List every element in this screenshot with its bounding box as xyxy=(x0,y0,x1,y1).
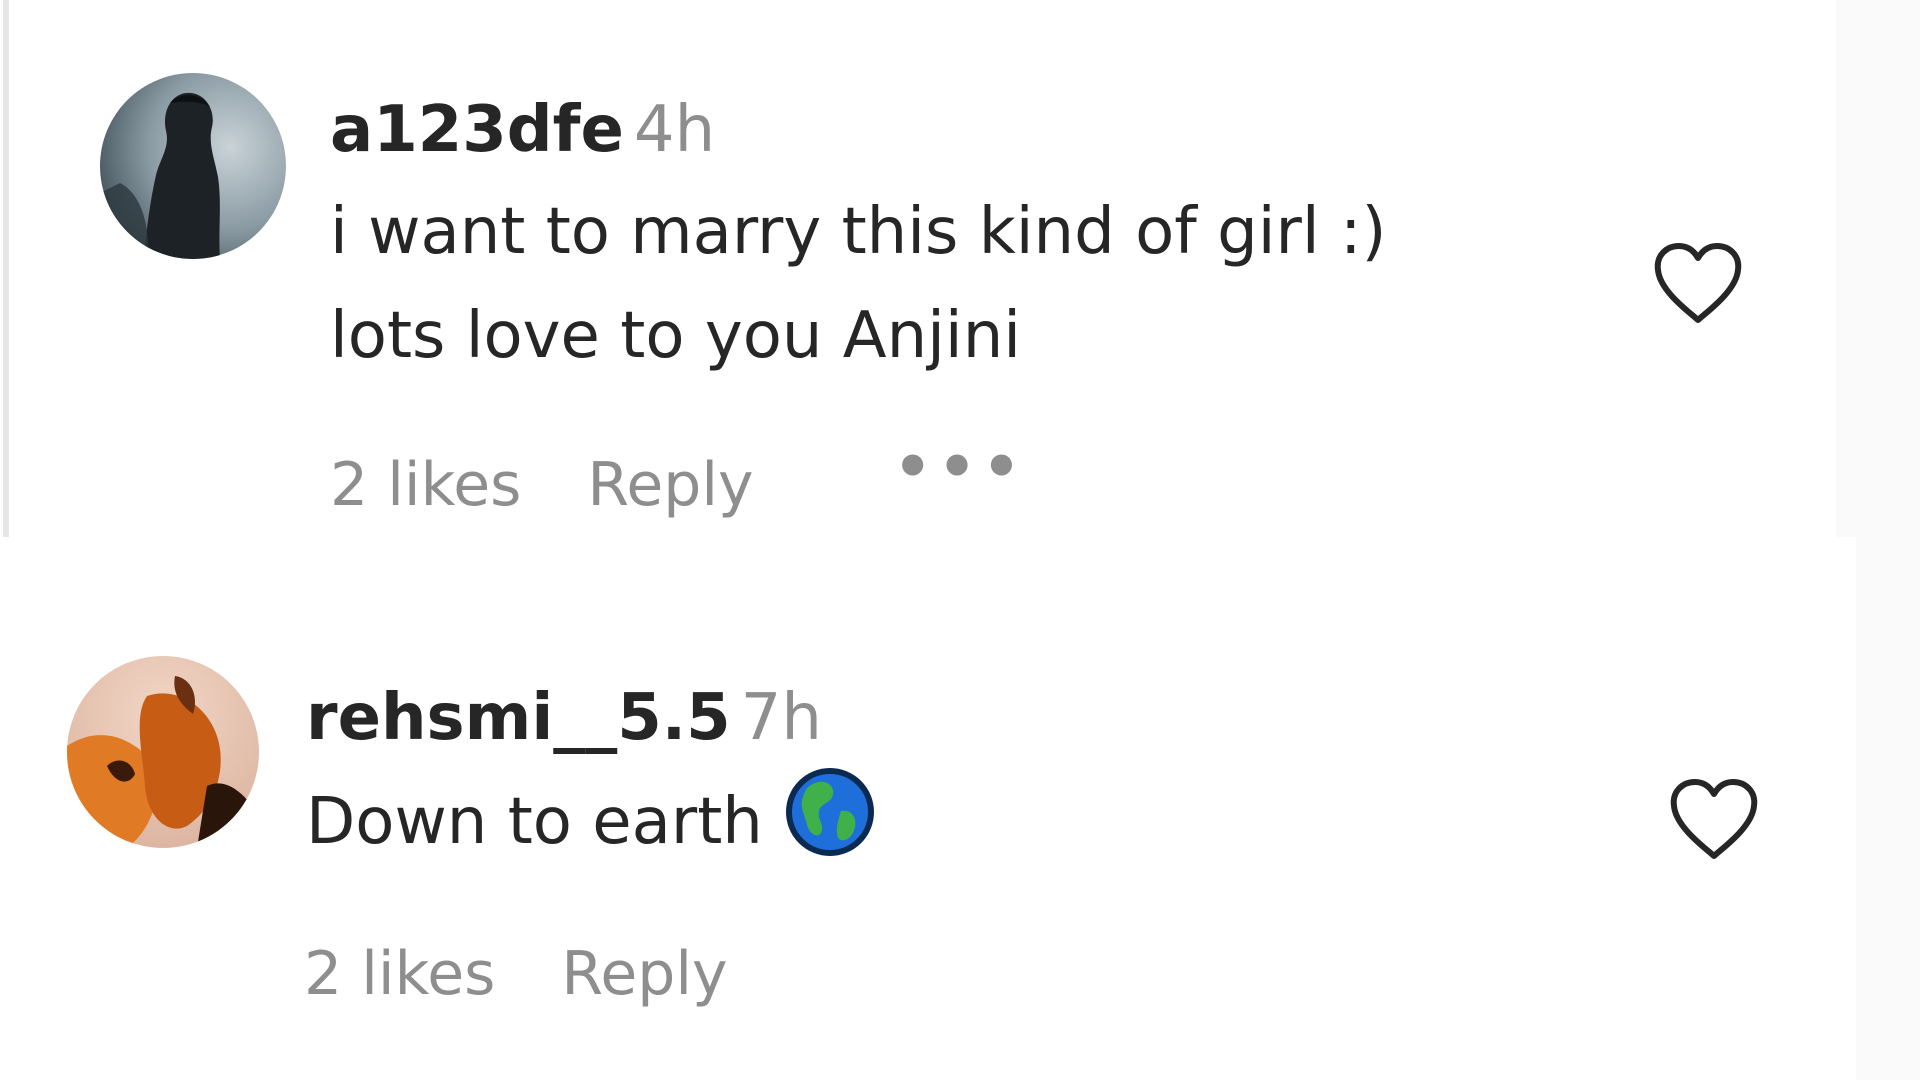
comment-header: rehsmi__5.5 7h xyxy=(306,686,822,750)
comment-line: i want to marry this kind of girl :) xyxy=(330,195,1387,269)
timestamp[interactable]: 4h xyxy=(634,93,715,167)
comment-item: a123dfe 4h i want to marry this kind of g… xyxy=(0,0,1836,537)
comment-item: rehsmi__5.5 7h Down to earth 2 likes Repl… xyxy=(0,537,1836,1080)
avatar[interactable] xyxy=(67,656,259,848)
username[interactable]: a123dfe xyxy=(330,93,624,167)
likes-count[interactable]: 2 likes xyxy=(304,939,495,1009)
comments-view: a123dfe 4h i want to marry this kind of g… xyxy=(0,0,1920,1080)
comment-actions: 2 likes Reply ••• xyxy=(330,432,1027,520)
globe-americas-icon xyxy=(785,767,875,857)
reply-button[interactable]: Reply xyxy=(587,450,753,520)
comment-line: Down to earth xyxy=(306,785,763,859)
likes-count[interactable]: 2 likes xyxy=(330,450,521,520)
heart-outline-icon[interactable] xyxy=(1668,778,1760,862)
username[interactable]: rehsmi__5.5 xyxy=(306,681,731,755)
timestamp[interactable]: 7h xyxy=(741,681,822,755)
comment-text: Down to earth xyxy=(306,767,875,874)
comment-actions: 2 likes Reply xyxy=(304,939,728,1009)
right-gutter xyxy=(1836,0,1920,537)
right-gutter xyxy=(1856,537,1920,1080)
comment-line: lots love to you Anjini xyxy=(330,299,1022,373)
reply-button[interactable]: Reply xyxy=(561,939,727,1009)
avatar[interactable] xyxy=(100,73,286,259)
avatar-photo-orange-hands xyxy=(67,656,259,848)
comment-text: i want to marry this kind of girl :) lot… xyxy=(330,180,1386,388)
avatar-photo-dark-figure xyxy=(100,73,286,259)
comment-header: a123dfe 4h xyxy=(330,98,715,162)
heart-outline-icon[interactable] xyxy=(1652,242,1744,326)
more-options-icon[interactable]: ••• xyxy=(894,432,1027,502)
